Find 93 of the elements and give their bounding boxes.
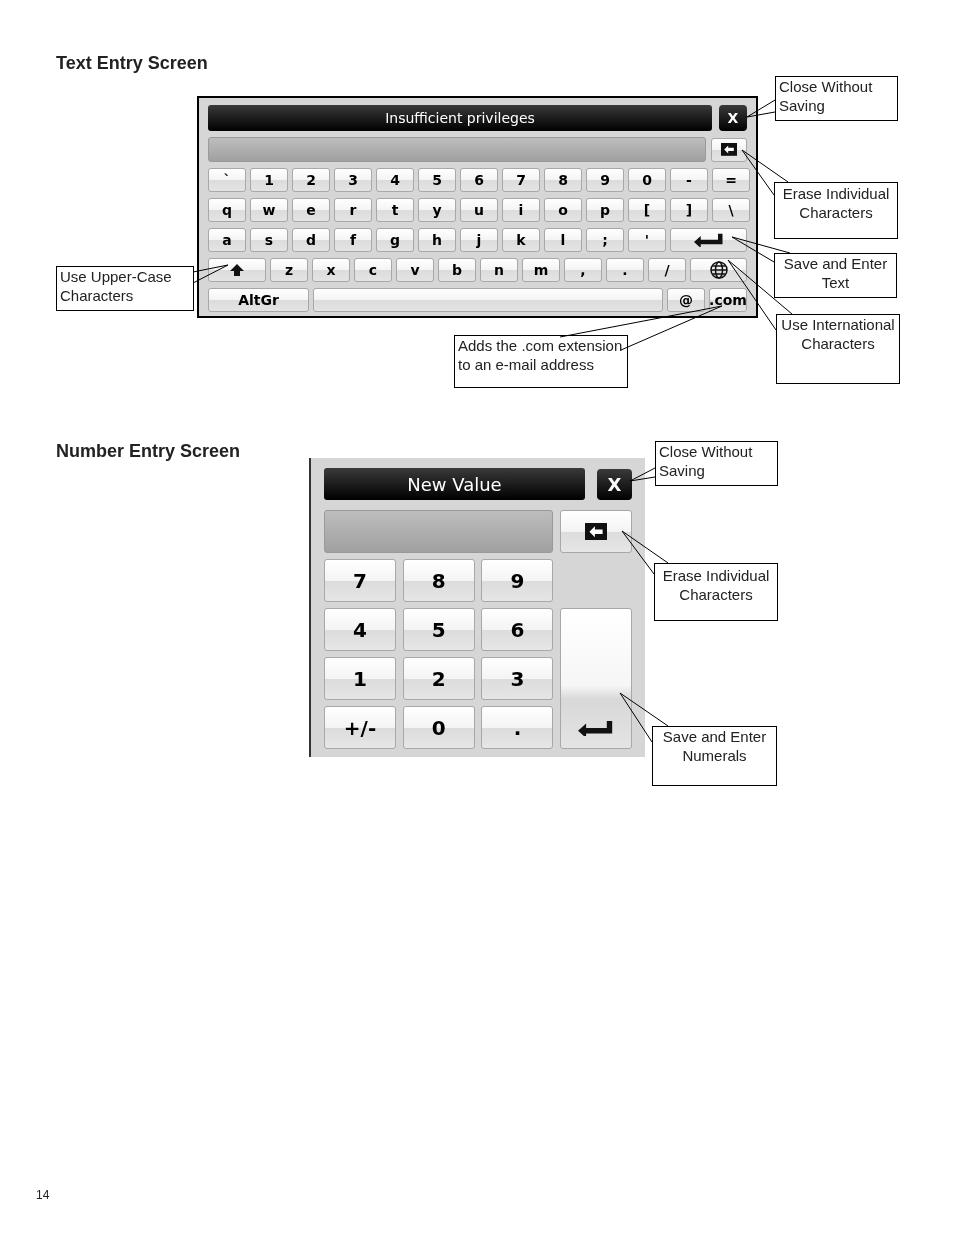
backspace-icon — [585, 522, 608, 541]
callout-label: Erase Individual Characters — [774, 182, 898, 239]
key[interactable]: . — [481, 706, 554, 749]
key[interactable]: k — [502, 228, 540, 252]
key[interactable]: 2 — [292, 168, 330, 192]
key[interactable]: q — [208, 198, 246, 222]
callout-label: Close Without Saving — [655, 441, 778, 486]
key[interactable]: - — [670, 168, 708, 192]
language-key[interactable] — [690, 258, 747, 282]
leader-line — [629, 467, 656, 482]
key[interactable]: f — [334, 228, 372, 252]
callout-label: Close Without Saving — [775, 76, 898, 121]
key[interactable]: 2 — [402, 657, 475, 700]
callout-label: Use International Characters — [776, 314, 900, 384]
key[interactable]: . — [606, 258, 644, 282]
close-button[interactable]: X — [719, 105, 747, 131]
page-number: 14 — [36, 1187, 50, 1204]
input-field[interactable] — [208, 137, 706, 162]
key[interactable]: o — [544, 198, 582, 222]
key[interactable]: v — [396, 258, 434, 282]
key[interactable]: 6 — [481, 608, 554, 651]
key[interactable]: 9 — [481, 559, 554, 602]
key[interactable]: t — [376, 198, 414, 222]
close-button[interactable]: X — [597, 468, 632, 500]
key[interactable]: , — [564, 258, 602, 282]
key[interactable]: z — [270, 258, 308, 282]
dialog-title: Insufficient privileges — [208, 105, 712, 131]
key[interactable]: m — [522, 258, 560, 282]
key[interactable]: 5 — [402, 608, 475, 651]
key[interactable]: 1 — [324, 657, 396, 700]
key[interactable]: y — [418, 198, 456, 222]
key[interactable]: u — [460, 198, 498, 222]
key[interactable]: a — [208, 228, 246, 252]
enter-key[interactable] — [670, 228, 747, 252]
key[interactable]: p — [586, 198, 624, 222]
key[interactable]: 5 — [418, 168, 456, 192]
key[interactable]: 9 — [586, 168, 624, 192]
key[interactable]: 6 — [460, 168, 498, 192]
key[interactable]: 8 — [402, 559, 475, 602]
key[interactable]: s — [250, 228, 288, 252]
key[interactable]: x — [312, 258, 350, 282]
key[interactable]: ' — [628, 228, 666, 252]
key[interactable]: i — [502, 198, 540, 222]
altgr-key[interactable]: AltGr — [208, 288, 309, 312]
key[interactable]: \ — [712, 198, 750, 222]
key[interactable]: c — [354, 258, 392, 282]
key[interactable]: [ — [628, 198, 666, 222]
key[interactable]: ; — [586, 228, 624, 252]
key[interactable]: 7 — [502, 168, 540, 192]
shift-arrow-icon — [230, 264, 244, 276]
key[interactable]: = — [712, 168, 750, 192]
key[interactable]: j — [460, 228, 498, 252]
callout-label: Save and Enter Text — [774, 253, 897, 298]
key[interactable]: r — [334, 198, 372, 222]
enter-icon — [578, 719, 615, 736]
key[interactable]: d — [292, 228, 330, 252]
key[interactable]: 4 — [324, 608, 396, 651]
key[interactable]: 8 — [544, 168, 582, 192]
callout-label: Save and Enter Numerals — [652, 726, 777, 786]
key[interactable]: n — [480, 258, 518, 282]
backspace-icon — [721, 143, 737, 156]
key[interactable]: @ — [667, 288, 705, 312]
key[interactable]: 7 — [324, 559, 396, 602]
enter-key[interactable] — [560, 608, 632, 749]
section-heading: Number Entry Screen — [56, 440, 242, 463]
key[interactable]: ` — [208, 168, 246, 192]
input-field[interactable] — [324, 510, 554, 553]
key[interactable]: 1 — [250, 168, 288, 192]
enter-icon — [693, 233, 724, 247]
backspace-key[interactable] — [560, 510, 632, 553]
callout-label: Erase Individual Characters — [654, 563, 778, 621]
key[interactable]: e — [292, 198, 330, 222]
key[interactable]: g — [376, 228, 414, 252]
key[interactable]: 3 — [334, 168, 372, 192]
key[interactable]: 4 — [376, 168, 414, 192]
section-heading: Text Entry Screen — [56, 52, 209, 74]
key[interactable]: .com — [709, 288, 747, 312]
key[interactable]: 0 — [402, 706, 475, 749]
key[interactable]: b — [438, 258, 476, 282]
key[interactable]: w — [250, 198, 288, 222]
key[interactable]: l — [544, 228, 582, 252]
key[interactable]: 0 — [628, 168, 666, 192]
key[interactable]: h — [418, 228, 456, 252]
key[interactable]: 3 — [481, 657, 554, 700]
callout-label: Adds the .com extension to an e-mail address — [454, 335, 628, 388]
key[interactable]: +/- — [324, 706, 396, 749]
backspace-key[interactable] — [711, 137, 747, 162]
globe-icon — [709, 261, 728, 279]
shift-key[interactable] — [208, 258, 266, 282]
key[interactable]: / — [648, 258, 686, 282]
key[interactable]: ] — [670, 198, 708, 222]
callout-label: Use Upper-Case Characters — [56, 266, 194, 311]
dialog-title: New Value — [324, 468, 585, 500]
